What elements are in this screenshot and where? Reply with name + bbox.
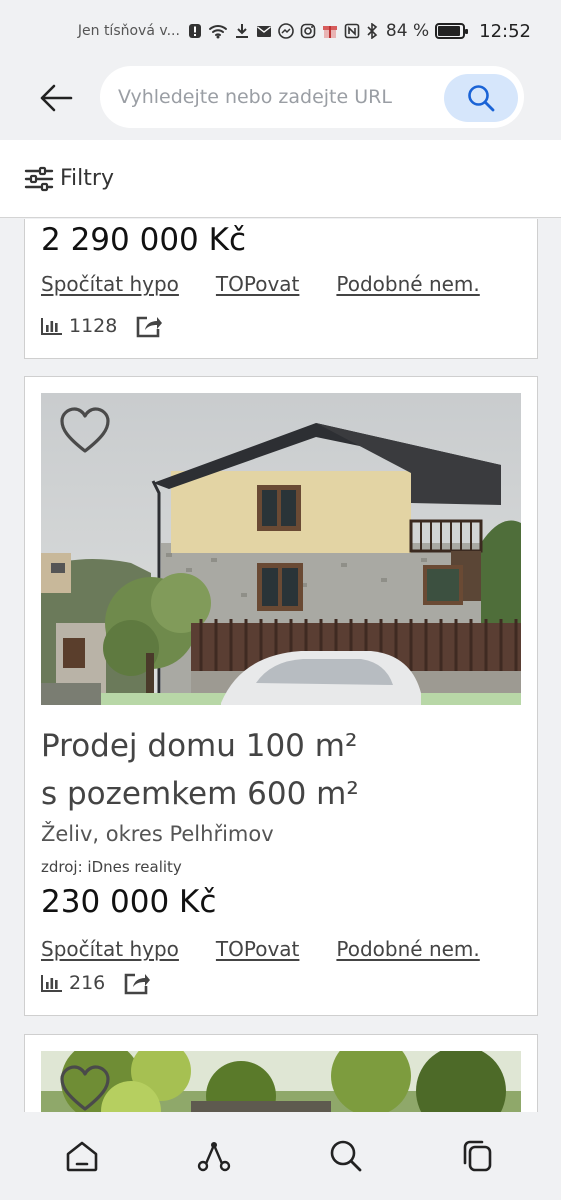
favorite-button[interactable] [59,1065,111,1112]
browser-toolbar [0,62,561,140]
view-count: 1128 [41,315,117,337]
sliders-icon [24,166,54,191]
tabs-icon [463,1140,492,1172]
listing-card[interactable]: 2 290 000 Kč Spočítat hypo TOPovat Podob… [24,219,538,359]
listing-title-line: s pozemkem 600 m² [41,776,359,812]
bottom-navigation [0,1112,561,1200]
top-link[interactable]: TOPovat [216,937,299,961]
listing-feed: 2 290 000 Kč Spočítat hypo TOPovat Podob… [0,219,561,1112]
similar-link[interactable]: Podobné nem. [336,937,479,961]
status-bar: Jen tísňová v... 84 % 12:52 [0,0,561,62]
route-icon [197,1141,231,1172]
mortgage-link[interactable]: Spočítat hypo [41,272,179,296]
filters-label: Filtry [60,166,114,191]
heart-icon [60,407,110,453]
mail-icon [256,25,272,38]
route-button[interactable] [192,1134,236,1178]
listing-stats: 1128 [41,314,163,338]
search-icon [468,85,495,112]
wifi-icon [208,23,228,39]
battery-percent: 84 % [385,21,430,41]
heart-icon [60,1065,110,1111]
filters-button[interactable]: Filtry [0,140,561,218]
listing-price: 230 000 Kč [41,884,217,920]
search-button[interactable] [444,74,518,122]
listing-actions: Spočítat hypo TOPovat Podobné nem. [41,937,480,961]
listing-source: zdroj: iDnes reality [41,858,182,876]
search-nav-button[interactable] [324,1134,368,1178]
view-count-value: 1128 [69,315,118,337]
nfc-icon [344,23,360,39]
listing-photo[interactable] [41,393,521,705]
arrow-left-icon [40,84,73,112]
listing-card[interactable]: Prodej domu 100 m² s pozemkem 600 m² Žel… [24,376,538,1016]
carrier-text: Jen tísňová v... [77,23,180,39]
listing-stats: 216 [41,971,151,995]
listing-title-line: Prodej domu 100 m² [41,728,358,764]
view-count: 216 [41,972,105,994]
view-count-value: 216 [69,972,106,994]
bar-chart-icon [41,975,62,992]
tabs-button[interactable] [456,1134,500,1178]
battery-icon [435,23,469,39]
home-button[interactable] [60,1134,104,1178]
listing-actions: Spočítat hypo TOPovat Podobné nem. [41,272,480,296]
listing-card[interactable] [24,1034,538,1112]
listing-photo[interactable] [41,1051,521,1112]
alert-icon [188,23,202,39]
listing-title[interactable]: Prodej domu 100 m² s pozemkem 600 m² [41,722,521,818]
notification-icons [188,23,378,39]
share-button[interactable] [123,971,151,995]
bluetooth-icon [366,23,378,39]
similar-link[interactable]: Podobné nem. [336,272,479,296]
share-icon [124,973,151,995]
listing-price: 2 290 000 Kč [41,222,246,258]
url-field-container [100,66,524,128]
clock: 12:52 [479,20,531,42]
back-button[interactable] [34,76,78,120]
mortgage-link[interactable]: Spočítat hypo [41,937,179,961]
url-input[interactable] [118,66,438,128]
bar-chart-icon [41,318,62,335]
messenger-icon [278,23,294,39]
share-icon [137,316,163,338]
share-button[interactable] [135,314,163,338]
garden-photo [41,1051,521,1112]
top-link[interactable]: TOPovat [216,272,299,296]
favorite-button[interactable] [59,407,111,459]
listing-location: Želiv, okres Pelhřimov [41,822,274,846]
instagram-icon [300,23,316,39]
gift-icon [322,23,338,39]
download-icon [234,23,250,39]
home-icon [66,1141,98,1172]
house-photo [41,393,521,705]
search-icon [330,1140,362,1172]
